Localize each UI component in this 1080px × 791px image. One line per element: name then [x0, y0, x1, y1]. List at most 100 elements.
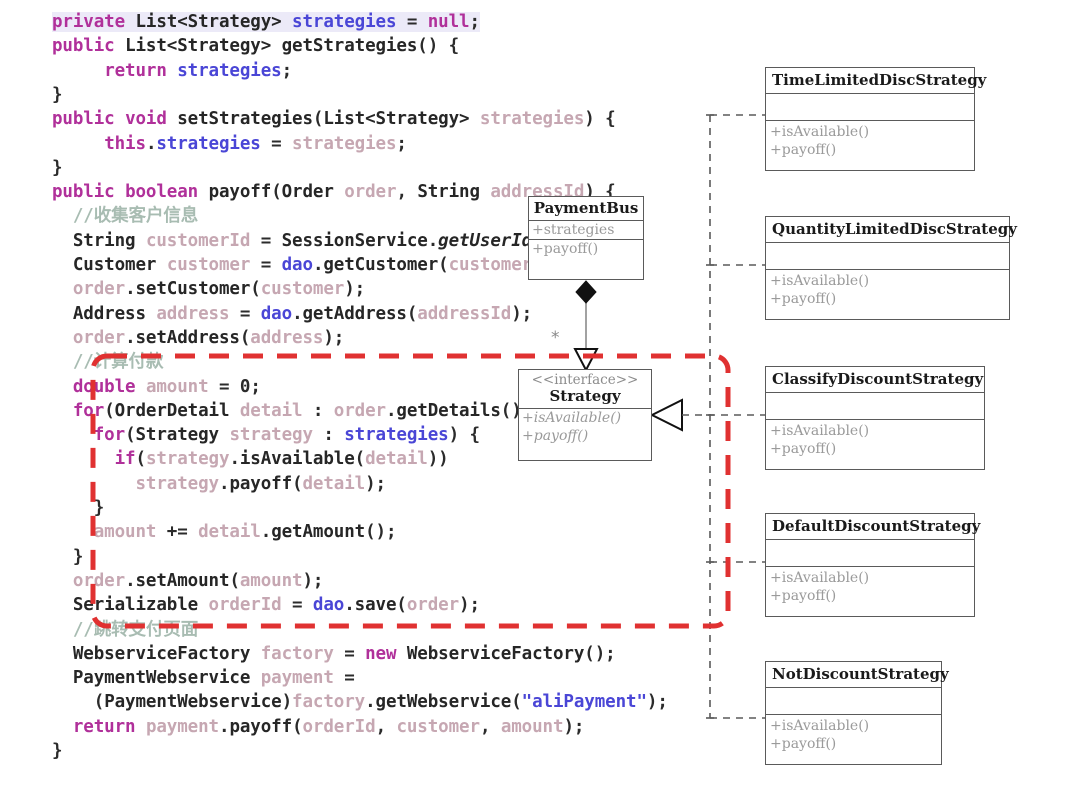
code-token: .	[365, 692, 376, 713]
code-token: );	[323, 327, 345, 348]
uml-operation: +isAvailable()	[770, 718, 870, 734]
uml-class-attributes	[766, 688, 941, 715]
uml-class-classifydiscountstrategy[interactable]: ClassifyDiscountStrategy +isAvailable() …	[765, 366, 985, 470]
code-token: =	[229, 303, 261, 324]
uml-interface-operations: +isAvailable() +payoff()	[519, 409, 651, 446]
code-token: order	[333, 400, 386, 421]
code-token: Serializable	[72, 595, 199, 616]
code-token: amount	[145, 376, 209, 397]
code-token: PaymentWebservice	[104, 692, 282, 713]
uml-class-paymentbus[interactable]: PaymentBus +strategies +payoff()	[528, 196, 644, 280]
code-line: Serializable orderId = dao.save(order);	[52, 595, 480, 615]
uml-class-timelimiteddiscstrategy[interactable]: TimeLimitedDiscStrategy +isAvailable() +…	[765, 67, 986, 171]
code-token: public	[52, 109, 115, 130]
code-token: (	[354, 449, 366, 470]
code-token: WebserviceFactory	[406, 643, 585, 664]
uml-class-defaultdiscountstrategy[interactable]: DefaultDiscountStrategy +isAvailable() +…	[765, 513, 980, 617]
code-token: customerId	[145, 230, 251, 251]
code-token: }	[52, 84, 63, 105]
code-token: :	[302, 400, 334, 421]
code-token: addressId	[417, 303, 512, 324]
code-line: for(Strategy strategy : strategies) {	[52, 425, 480, 445]
code-token: OrderDetail	[114, 400, 230, 421]
code-token: ,	[375, 716, 397, 737]
code-token: strategy	[145, 449, 230, 470]
code-token: dao	[281, 255, 313, 275]
code-token: =	[260, 133, 293, 154]
uml-class-title: NotDiscountStrategy	[766, 662, 949, 688]
code-token: customer	[166, 255, 251, 275]
code-token: factory	[292, 692, 366, 713]
code-token: strategy	[229, 425, 313, 446]
code-token: );	[646, 692, 668, 713]
uml-class-operations: +payoff()	[529, 240, 643, 259]
code-token: //计算付款	[52, 352, 164, 373]
code-token: double	[72, 376, 136, 397]
code-line: if(strategy.isAvailable(detail))	[52, 449, 449, 469]
uml-class-operations: +isAvailable() +payoff()	[766, 715, 941, 757]
uml-operation: +payoff()	[522, 427, 589, 444]
code-token: =	[281, 595, 313, 616]
code-token: order	[72, 570, 126, 591]
code-token: (	[271, 182, 282, 203]
code-token: Strategy	[135, 425, 220, 446]
uml-operation: +payoff()	[770, 736, 837, 752]
code-token: isAvailable	[239, 449, 355, 470]
uml-class-quantitylimiteddiscstrategy[interactable]: QuantityLimitedDiscStrategy +isAvailable…	[765, 216, 1017, 320]
code-token: payoff	[229, 473, 293, 494]
code-token: ;	[396, 133, 407, 154]
uml-class-title: DefaultDiscountStrategy	[766, 514, 980, 540]
code-token: dao	[260, 303, 293, 324]
code-token: ();	[365, 522, 397, 543]
uml-interface-strategy[interactable]: <<interface>> Strategy +isAvailable() +p…	[518, 369, 652, 461]
code-token: setCustomer	[135, 279, 251, 300]
code-line: }	[52, 157, 63, 178]
uml-operation: +payoff()	[770, 588, 837, 604]
uml-interface-header: <<interface>> Strategy	[519, 370, 651, 409]
code-line: private List<Strategy> strategies = null…	[52, 12, 480, 32]
code-token: detail	[365, 449, 428, 470]
code-token: strategy	[135, 473, 220, 494]
code-token: (	[292, 716, 303, 737]
code-token: .	[344, 595, 355, 616]
code-token: order	[406, 595, 460, 616]
code-token: this	[104, 133, 146, 154]
code-line: String customerId = SessionService.getUs…	[52, 230, 564, 251]
code-token: //收集客户信息	[52, 206, 199, 227]
uml-class-title: QuantityLimitedDiscStrategy	[766, 217, 1017, 243]
code-token: address	[250, 327, 324, 348]
code-token: }	[52, 741, 63, 761]
uml-class-notdiscountstrategy[interactable]: NotDiscountStrategy +isAvailable() +payo…	[765, 661, 949, 765]
code-token: .	[125, 279, 136, 300]
code-token: strategies	[292, 133, 397, 154]
code-token: .	[125, 570, 136, 591]
code-token: Customer	[72, 255, 157, 275]
code-token: customer	[396, 716, 480, 737]
uml-operation: +payoff()	[532, 241, 599, 257]
code-token: order	[72, 327, 126, 348]
code-line: order.setAddress(address);	[52, 328, 344, 348]
code-token: getCustomer	[323, 255, 439, 275]
uml-operation: +isAvailable()	[770, 423, 870, 439]
code-token: if	[114, 449, 136, 470]
code-token: }	[52, 157, 63, 178]
code-token: 0	[239, 376, 251, 397]
code-token: .	[427, 230, 439, 251]
code-token: .	[125, 327, 136, 348]
code-token: orderId	[302, 716, 376, 737]
code-line: }	[52, 547, 84, 567]
